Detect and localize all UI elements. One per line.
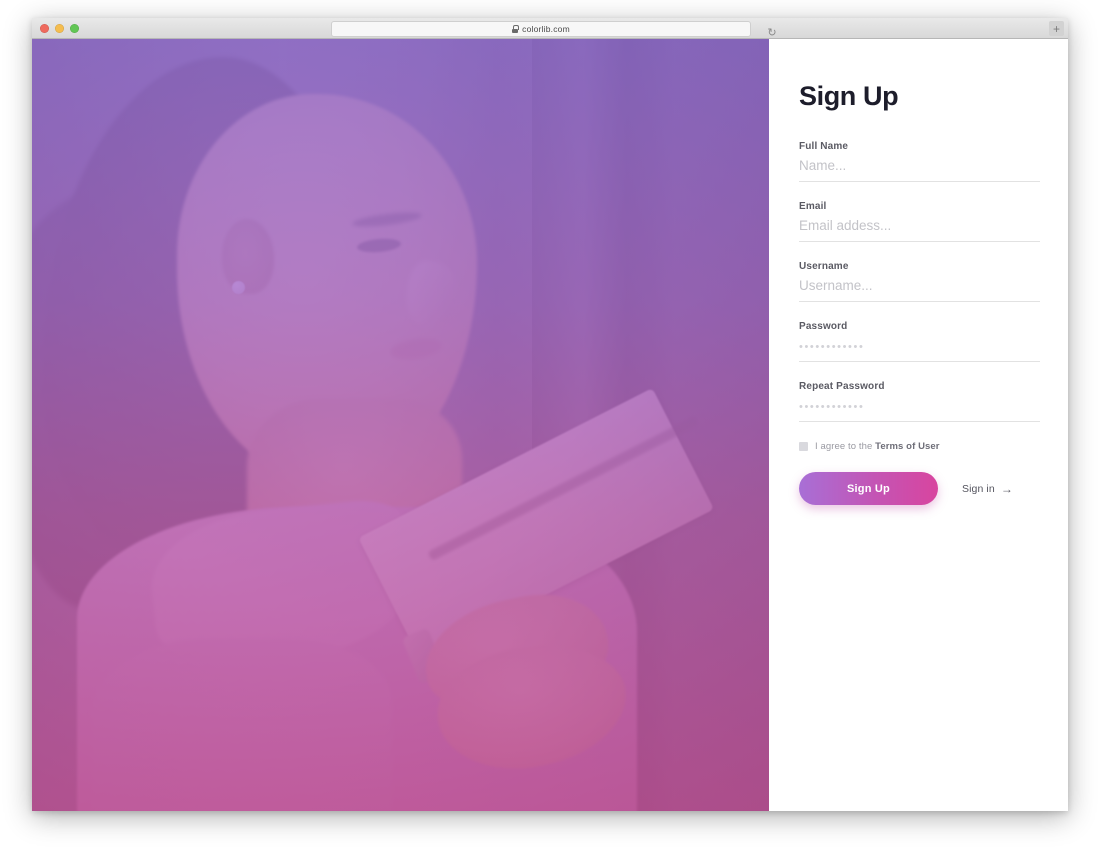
signin-link-label: Sign in xyxy=(962,482,995,495)
field-email: Email xyxy=(799,201,1040,242)
repeat-password-input[interactable] xyxy=(799,398,1040,422)
lock-icon xyxy=(512,25,519,33)
fullname-input[interactable] xyxy=(799,158,1040,182)
new-tab-button[interactable]: + xyxy=(1049,21,1064,36)
field-repeat-password: Repeat Password xyxy=(799,381,1040,422)
window-traffic-lights xyxy=(40,23,79,33)
label-fullname: Full Name xyxy=(799,141,849,152)
label-username: Username xyxy=(799,261,849,272)
label-password: Password xyxy=(799,321,848,332)
terms-label: I agree to the Terms of User xyxy=(815,441,940,452)
email-input[interactable] xyxy=(799,218,1040,242)
terms-text-before: I agree to the xyxy=(815,441,876,452)
label-repeat-password: Repeat Password xyxy=(799,381,885,392)
address-bar[interactable]: colorlib.com ↻ xyxy=(331,21,777,38)
field-fullname: Full Name xyxy=(799,141,1040,182)
username-input[interactable] xyxy=(799,278,1040,302)
password-input[interactable] xyxy=(799,338,1040,362)
arrow-right-icon: → xyxy=(1000,481,1013,496)
field-username: Username xyxy=(799,261,1040,302)
label-email: Email xyxy=(799,201,827,212)
maximize-window-button[interactable] xyxy=(70,23,79,33)
form-actions: Sign Up Sign in → xyxy=(799,472,1038,505)
terms-agreement-row[interactable]: I agree to the Terms of User xyxy=(799,441,1038,452)
signup-form-panel: Sign Up Full Name Email Username Passwor… xyxy=(769,39,1068,811)
signin-link[interactable]: Sign in → xyxy=(962,483,1013,495)
hero-gradient-overlay xyxy=(32,39,769,811)
signup-submit-button[interactable]: Sign Up xyxy=(799,472,938,505)
url-text: colorlib.com xyxy=(522,24,570,34)
browser-window: colorlib.com ↻ + Sign Up Full Name Name.… xyxy=(32,18,1068,811)
hero-image-panel xyxy=(32,39,769,811)
field-password: Password xyxy=(799,321,1040,362)
minimize-window-button[interactable] xyxy=(55,23,64,33)
page-content: Sign Up Full Name Email Username Passwor… xyxy=(32,39,1068,811)
browser-chrome-bar: colorlib.com ↻ + xyxy=(32,18,1068,39)
close-window-button[interactable] xyxy=(40,23,49,33)
page-title: Sign Up xyxy=(799,81,899,111)
terms-checkbox[interactable] xyxy=(799,442,808,451)
terms-of-user-link[interactable]: Terms of User xyxy=(875,441,939,452)
